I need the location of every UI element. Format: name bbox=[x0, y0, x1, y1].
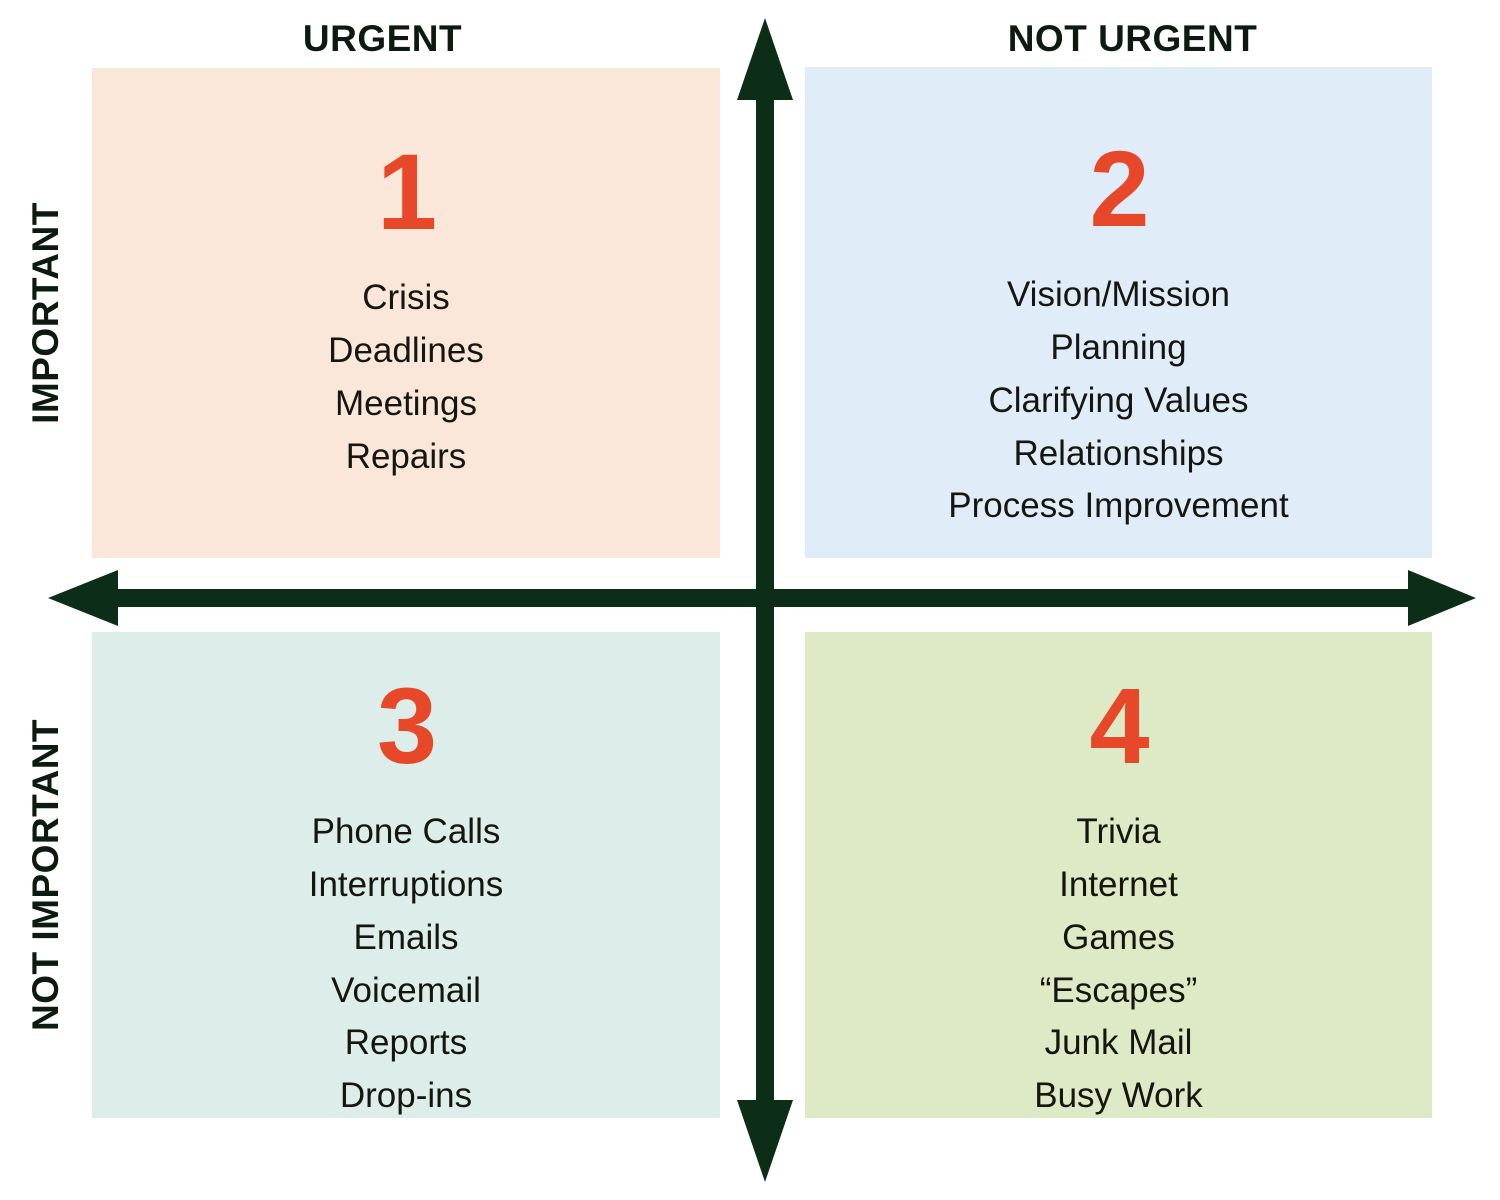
quadrant-3-number: 3 bbox=[376, 665, 437, 786]
list-item: Trivia bbox=[1076, 812, 1161, 851]
row-header-not-important-wrap: NOT IMPORTANT bbox=[0, 632, 92, 1118]
list-item: Junk Mail bbox=[1044, 1023, 1193, 1063]
axis-vertical-shaft bbox=[756, 50, 774, 1150]
row-header-not-important: NOT IMPORTANT bbox=[25, 718, 66, 1032]
quadrant-1-urgent-important[interactable]: 1 Crisis Deadlines Meetings Repairs bbox=[92, 68, 720, 558]
quadrant-2-not-urgent-important[interactable]: 2 Vision/Mission Planning Clarifying Val… bbox=[805, 67, 1432, 558]
row-header-important: IMPORTANT bbox=[25, 202, 66, 424]
list-item: Crisis bbox=[362, 278, 450, 317]
list-item: Meetings bbox=[334, 383, 478, 423]
arrow-right-icon bbox=[1408, 570, 1476, 626]
list-item: Process Improvement bbox=[948, 486, 1289, 526]
quadrant-2-number: 2 bbox=[1089, 128, 1149, 249]
list-item: Internet bbox=[1059, 864, 1178, 904]
quadrant-4-item-list: Trivia Internet Games “Escapes” Junk Mai… bbox=[1034, 806, 1203, 1123]
list-item: Clarifying Values bbox=[988, 380, 1249, 420]
list-item: Drop-ins bbox=[339, 1076, 473, 1116]
list-item: Planning bbox=[1050, 327, 1187, 367]
list-item: Interruptions bbox=[308, 864, 504, 904]
row-header-important-wrap: IMPORTANT bbox=[0, 68, 92, 558]
list-item: Phone Calls bbox=[311, 812, 501, 851]
list-item: Deadlines bbox=[328, 330, 484, 370]
list-item: Relationships bbox=[1013, 433, 1224, 473]
list-item: Emails bbox=[353, 917, 459, 957]
list-item: Busy Work bbox=[1034, 1076, 1203, 1116]
list-item: Vision/Mission bbox=[1006, 275, 1231, 314]
eisenhower-matrix: URGENT NOT URGENT IMPORTANT NOT IMPORTAN… bbox=[0, 0, 1500, 1200]
quadrant-4-not-urgent-not-important[interactable]: 4 Trivia Internet Games “Escapes” Junk M… bbox=[805, 632, 1432, 1118]
column-header-urgent: URGENT bbox=[302, 18, 463, 59]
list-item: Reports bbox=[344, 1023, 468, 1063]
quadrant-4-number: 4 bbox=[1089, 665, 1149, 786]
arrow-down-icon bbox=[737, 1100, 793, 1182]
quadrant-2-item-list: Vision/Mission Planning Clarifying Value… bbox=[948, 269, 1288, 533]
list-item: Repairs bbox=[345, 436, 467, 476]
arrow-left-icon bbox=[48, 570, 118, 626]
list-item: Games bbox=[1062, 917, 1175, 957]
quadrant-3-item-list: Phone Calls Interruptions Emails Voicema… bbox=[309, 806, 504, 1123]
axis-horizontal-shaft bbox=[70, 589, 1430, 607]
list-item: “Escapes” bbox=[1039, 970, 1198, 1010]
quadrant-1-number: 1 bbox=[376, 131, 437, 252]
quadrant-1-item-list: Crisis Deadlines Meetings Repairs bbox=[328, 272, 484, 483]
list-item: Voicemail bbox=[331, 970, 481, 1010]
column-header-not-urgent: NOT URGENT bbox=[1007, 18, 1258, 59]
quadrant-3-urgent-not-important[interactable]: 3 Phone Calls Interruptions Emails Voice… bbox=[92, 632, 720, 1118]
